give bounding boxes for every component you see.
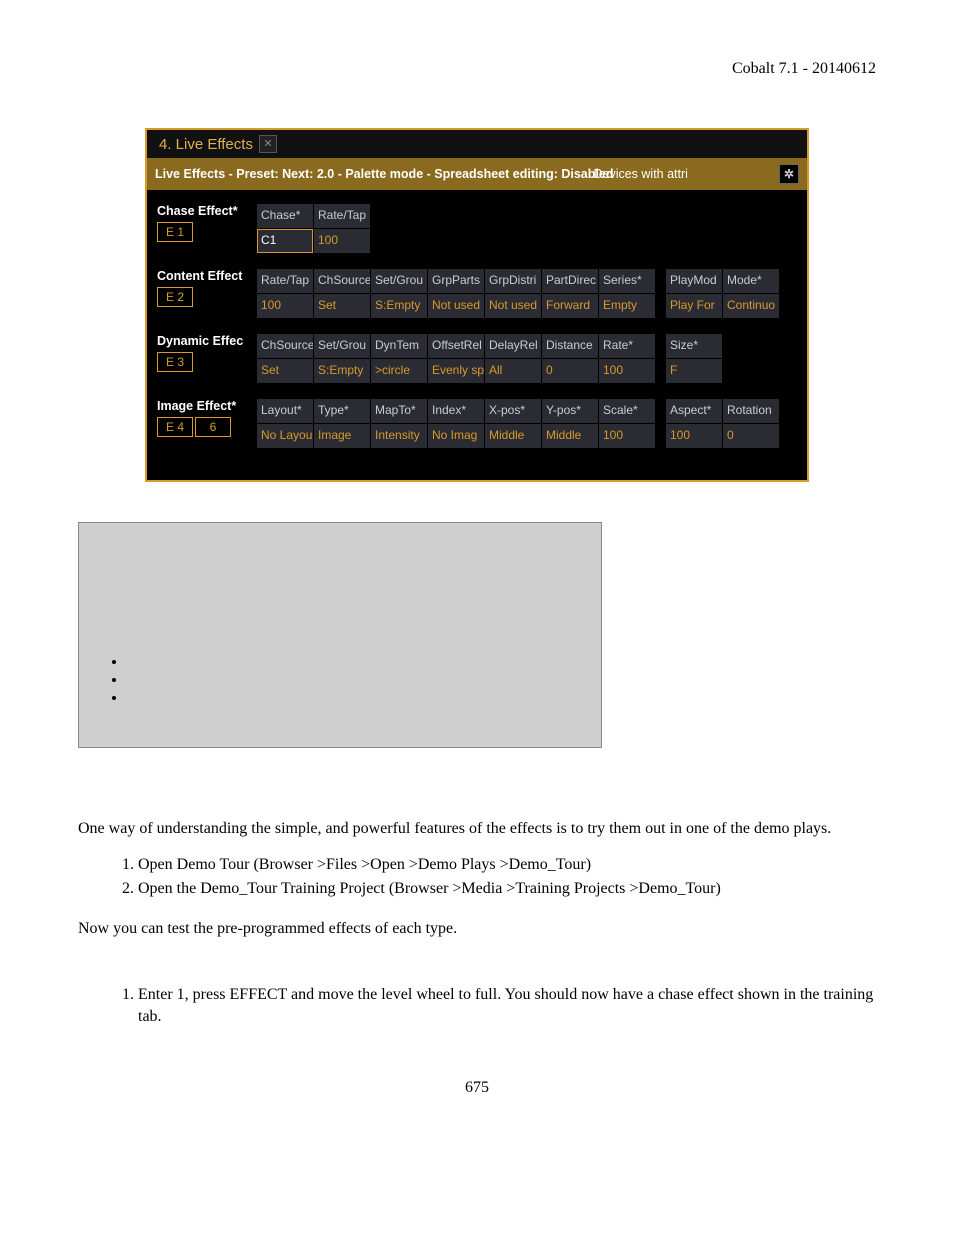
column-header[interactable]: PlayMod (666, 269, 722, 294)
column-header[interactable]: Size* (666, 334, 722, 359)
column-header[interactable]: DelayRel (485, 334, 541, 359)
effect-row-label: Content Effect (157, 269, 257, 283)
cell-value[interactable]: Intensity (371, 424, 427, 448)
step-item: Open Demo Tour (Browser >Files >Open >De… (138, 854, 876, 876)
column-header[interactable]: GrpDistri (485, 269, 541, 294)
cell-value[interactable]: C1 (257, 229, 313, 253)
column-header[interactable]: GrpParts (428, 269, 484, 294)
column-header[interactable]: DynTem (371, 334, 427, 359)
column-header[interactable]: OffsetRel (428, 334, 484, 359)
bullet-item (127, 653, 601, 671)
column-header[interactable]: Type* (314, 399, 370, 424)
cell-value[interactable]: Set (314, 294, 370, 318)
body-paragraph: One way of understanding the simple, and… (78, 818, 876, 840)
live-effects-window: 4. Live Effects ✕ Live Effects - Preset:… (145, 128, 809, 482)
cell-value[interactable]: 100 (257, 294, 313, 318)
effect-id-box[interactable]: E 1 (157, 222, 193, 242)
cell-value[interactable]: Not used (485, 294, 541, 318)
cell-value[interactable]: 100 (666, 424, 722, 448)
column-header[interactable]: ChSource (314, 269, 370, 294)
column-header[interactable]: X-pos* (485, 399, 541, 424)
column-header[interactable]: Rate* (599, 334, 655, 359)
effect-id-box[interactable]: E 3 (157, 352, 193, 372)
cell-value[interactable]: Empty (599, 294, 655, 318)
cell-value[interactable]: 100 (314, 229, 370, 253)
tab-live-effects[interactable]: 4. Live Effects ✕ (153, 131, 283, 157)
close-icon[interactable]: ✕ (259, 135, 277, 153)
column-header[interactable]: PartDirec (542, 269, 598, 294)
cell-value[interactable]: No Layou (257, 424, 313, 448)
effect-row-label: Dynamic Effec (157, 334, 257, 348)
column-header[interactable]: Scale* (599, 399, 655, 424)
column-header[interactable]: Rotation (723, 399, 779, 424)
cell-value[interactable]: Forward (542, 294, 598, 318)
cell-value[interactable]: 0 (542, 359, 598, 383)
column-header[interactable]: ChSource (257, 334, 313, 359)
step-item: Enter 1, press EFFECT and move the level… (138, 984, 876, 1029)
column-header[interactable]: Y-pos* (542, 399, 598, 424)
cell-value[interactable]: Evenly sp (428, 359, 484, 383)
tab-label: 4. Live Effects (159, 136, 253, 153)
column-header[interactable]: Layout* (257, 399, 313, 424)
cell-value[interactable]: Image (314, 424, 370, 448)
effect-row-label: Image Effect* (157, 399, 257, 413)
step-item: Open the Demo_Tour Training Project (Bro… (138, 878, 876, 900)
info-bar: Live Effects - Preset: Next: 2.0 - Palet… (147, 158, 807, 190)
cell-value[interactable]: Middle (485, 424, 541, 448)
cell-value[interactable]: Set (257, 359, 313, 383)
cell-value[interactable]: 100 (599, 424, 655, 448)
column-header[interactable]: MapTo* (371, 399, 427, 424)
gear-icon[interactable]: ✲ (779, 164, 799, 184)
bullet-item (127, 671, 601, 689)
column-header[interactable]: Series* (599, 269, 655, 294)
cell-value[interactable]: Continuo (723, 294, 779, 318)
effect-id-box[interactable]: E 2 (157, 287, 193, 307)
column-header[interactable]: Index* (428, 399, 484, 424)
body-paragraph: Now you can test the pre-programmed effe… (78, 918, 876, 940)
cell-value[interactable]: 0 (723, 424, 779, 448)
cell-value[interactable]: F (666, 359, 722, 383)
cell-value[interactable]: Play For (666, 294, 722, 318)
bullet-item (127, 689, 601, 707)
page-number: 675 (78, 1079, 876, 1097)
tab-bar: 4. Live Effects ✕ (147, 130, 807, 158)
doc-header: Cobalt 7.1 - 20140612 (78, 60, 876, 78)
effect-id-box[interactable]: E 4 (157, 417, 193, 437)
cell-value[interactable]: Middle (542, 424, 598, 448)
info-bar-devices: Devices with attri (593, 167, 687, 181)
column-header[interactable]: Set/Grou (371, 269, 427, 294)
column-header[interactable]: Chase* (257, 204, 313, 229)
cell-value[interactable]: 100 (599, 359, 655, 383)
effect-row-label: Chase Effect* (157, 204, 257, 218)
column-header[interactable]: Rate/Tap (257, 269, 313, 294)
column-header[interactable]: Rate/Tap (314, 204, 370, 229)
info-bar-text: Live Effects - Preset: Next: 2.0 - Palet… (155, 167, 613, 181)
cell-value[interactable]: S:Empty (371, 294, 427, 318)
column-header[interactable]: Mode* (723, 269, 779, 294)
steps-list-2: Enter 1, press EFFECT and move the level… (78, 984, 876, 1029)
cell-value[interactable]: >circle (371, 359, 427, 383)
column-header[interactable]: Set/Grou (314, 334, 370, 359)
column-header[interactable]: Aspect* (666, 399, 722, 424)
note-box (78, 522, 602, 748)
steps-list-1: Open Demo Tour (Browser >Files >Open >De… (78, 854, 876, 901)
effect-id-box[interactable]: 6 (195, 417, 231, 437)
cell-value[interactable]: Not used (428, 294, 484, 318)
cell-value[interactable]: S:Empty (314, 359, 370, 383)
cell-value[interactable]: All (485, 359, 541, 383)
cell-value[interactable]: No Imag (428, 424, 484, 448)
column-header[interactable]: Distance (542, 334, 598, 359)
